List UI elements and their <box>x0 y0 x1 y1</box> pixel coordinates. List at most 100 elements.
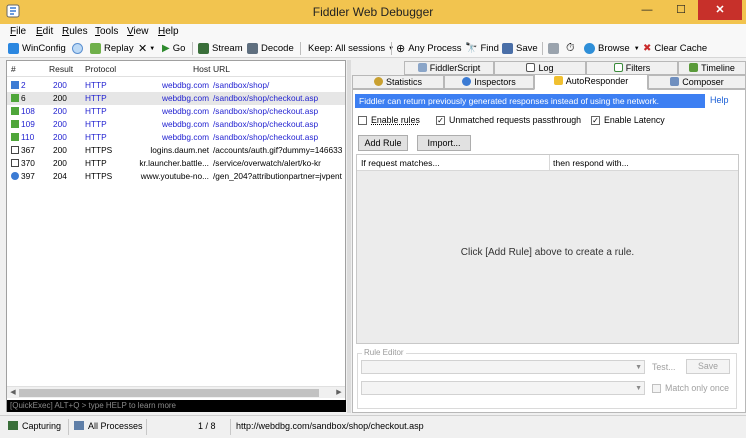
horizontal-scrollbar[interactable]: ◀ ▶ <box>7 386 345 398</box>
tab-inspectors[interactable]: Inspectors <box>444 75 534 89</box>
session-row[interactable]: 370 200 HTTP kr.launcher.battle... /serv… <box>7 157 345 170</box>
tab-log[interactable]: Log <box>494 61 586 75</box>
add-rule-button[interactable]: Add Rule <box>358 135 408 151</box>
tab-filters[interactable]: Filters <box>586 61 678 75</box>
magnifier-icon <box>462 77 472 86</box>
any-process-button[interactable]: ⊕ Any Process <box>396 42 462 55</box>
scroll-right-icon[interactable]: ▶ <box>334 387 344 399</box>
menu-edit[interactable]: Edit <box>36 26 53 37</box>
checkmark-icon[interactable]: ✓ <box>436 115 445 125</box>
session-row[interactable]: 367 200 HTTPS logins.daum.net /accounts/… <box>7 144 345 157</box>
quickexec-input[interactable]: [QuickExec] ALT+Q > type HELP to learn m… <box>7 400 346 412</box>
menu-help[interactable]: Help <box>158 26 179 37</box>
green-arrow-icon <box>11 94 19 102</box>
session-row[interactable]: 397 204 HTTPS www.youtube-no... /gen_204… <box>7 170 345 183</box>
rules-list[interactable]: If request matches... then respond with.… <box>356 154 739 344</box>
crosshair-icon: ⊕ <box>396 43 406 55</box>
clear-cache-button[interactable]: ✖ Clear Cache <box>643 42 707 55</box>
windows-icon <box>8 43 19 54</box>
session-row[interactable]: 6 200 HTTP webdbg.com /sandbox/shop/chec… <box>7 92 345 105</box>
save-button[interactable]: Save <box>502 42 538 55</box>
menu-view[interactable]: View <box>127 26 149 37</box>
match-only-once-checkbox[interactable]: Match only once <box>652 383 729 393</box>
menu-file[interactable]: File <box>10 26 26 37</box>
scrollbar-thumb[interactable] <box>19 389 319 397</box>
rule-editor-label: Rule Editor <box>362 348 406 357</box>
match-pattern-combo[interactable]: ▼ <box>361 360 645 374</box>
enable-latency-checkbox[interactable]: ✓ Enable Latency <box>591 115 665 125</box>
checkbox-icon <box>613 63 623 72</box>
tab-autoresponder[interactable]: AutoResponder <box>534 74 648 90</box>
checkbox-box[interactable] <box>652 383 661 393</box>
column-header-protocol[interactable]: Protocol <box>85 64 116 74</box>
status-separator <box>68 419 69 435</box>
maximize-button[interactable]: ☐ <box>668 0 694 20</box>
remove-button[interactable]: ✕ ▼ <box>138 42 155 55</box>
column-header-id[interactable]: # <box>11 64 16 74</box>
column-header-respond[interactable]: then respond with... <box>553 158 629 168</box>
timer-icon: ⏱ <box>566 42 575 54</box>
remove-icon: ✕ <box>138 43 148 55</box>
decode-button[interactable]: Decode <box>247 42 294 55</box>
response-action-combo[interactable]: ▼ <box>361 381 645 395</box>
column-header-match[interactable]: If request matches... <box>361 158 440 168</box>
status-separator <box>230 419 231 435</box>
clear-cache-icon: ✖ <box>643 43 652 54</box>
import-button[interactable]: Import... <box>417 135 471 151</box>
title-bar: Fiddler Web Debugger — ☐ ✕ <box>0 0 746 24</box>
decode-icon <box>247 43 258 54</box>
session-row[interactable]: 109 200 HTTP webdbg.com /sandbox/shop/ch… <box>7 118 345 131</box>
log-icon <box>526 63 536 72</box>
minimize-button[interactable]: — <box>634 0 660 20</box>
column-header-url[interactable]: URL <box>213 64 230 74</box>
menu-bar: File Edit Rules Tools View Help <box>0 24 746 39</box>
statistics-icon <box>373 77 383 86</box>
test-link[interactable]: Test... <box>652 362 675 372</box>
document-icon <box>11 159 19 167</box>
chevron-down-icon[interactable]: ▼ <box>635 385 642 392</box>
close-button[interactable]: ✕ <box>698 0 742 20</box>
tab-composer[interactable]: Composer <box>648 75 746 89</box>
find-button[interactable]: 🔭 Find <box>465 42 499 55</box>
unmatched-passthrough-checkbox[interactable]: ✓ Unmatched requests passthrough <box>436 115 581 125</box>
capturing-indicator[interactable]: Capturing <box>8 421 61 431</box>
menu-rules[interactable]: Rules <box>62 26 88 37</box>
checkmark-icon[interactable]: ✓ <box>591 115 600 125</box>
rule-save-button[interactable]: Save <box>686 359 730 374</box>
stream-button[interactable]: Stream <box>198 42 243 55</box>
enable-rules-checkbox[interactable]: Enable rules <box>358 115 420 125</box>
toolbar-separator <box>192 42 193 55</box>
tab-timeline[interactable]: Timeline <box>678 61 746 75</box>
menu-tools[interactable]: Tools <box>95 26 118 37</box>
timer-button[interactable]: ⏱ <box>566 42 575 55</box>
session-list[interactable]: # Result Protocol Host URL 2 200 HTTP we… <box>6 60 346 412</box>
browse-button[interactable]: Browse ▼ <box>584 42 640 55</box>
script-icon <box>417 63 427 72</box>
keep-sessions-dropdown[interactable]: Keep: All sessions ▼ <box>308 42 394 55</box>
session-row[interactable]: 110 200 HTTP webdbg.com /sandbox/shop/ch… <box>7 131 345 144</box>
comment-button[interactable] <box>72 42 86 55</box>
green-arrow-icon <box>11 120 19 128</box>
checkbox-box[interactable] <box>358 115 367 125</box>
go-button[interactable]: ▶ Go <box>162 42 185 55</box>
column-header-host[interactable]: Host <box>193 64 210 74</box>
chevron-down-icon[interactable]: ▼ <box>635 364 642 371</box>
autoresponder-banner: Fiddler can return previously generated … <box>355 94 705 108</box>
go-arrow-icon: ▶ <box>162 43 170 54</box>
tab-statistics[interactable]: Statistics <box>352 75 444 89</box>
toolbar-separator <box>300 42 301 55</box>
screenshot-button[interactable] <box>548 42 562 55</box>
help-link[interactable]: Help <box>710 95 729 105</box>
scroll-left-icon[interactable]: ◀ <box>8 387 18 399</box>
session-row[interactable]: 2 200 HTTP webdbg.com /sandbox/shop/ <box>7 79 345 92</box>
tab-fiddlerscript[interactable]: FiddlerScript <box>404 61 494 75</box>
panel-splitter[interactable] <box>347 60 351 413</box>
replay-button[interactable]: Replay <box>90 42 134 55</box>
session-row[interactable]: 108 200 HTTP webdbg.com /sandbox/shop/ch… <box>7 105 345 118</box>
binoculars-icon: 🔭 <box>465 43 478 54</box>
column-header-result[interactable]: Result <box>49 64 73 74</box>
winconfig-button[interactable]: WinConfig <box>8 42 66 55</box>
replay-icon <box>90 43 101 54</box>
process-filter[interactable]: All Processes <box>74 421 143 431</box>
globe-icon <box>584 43 595 54</box>
